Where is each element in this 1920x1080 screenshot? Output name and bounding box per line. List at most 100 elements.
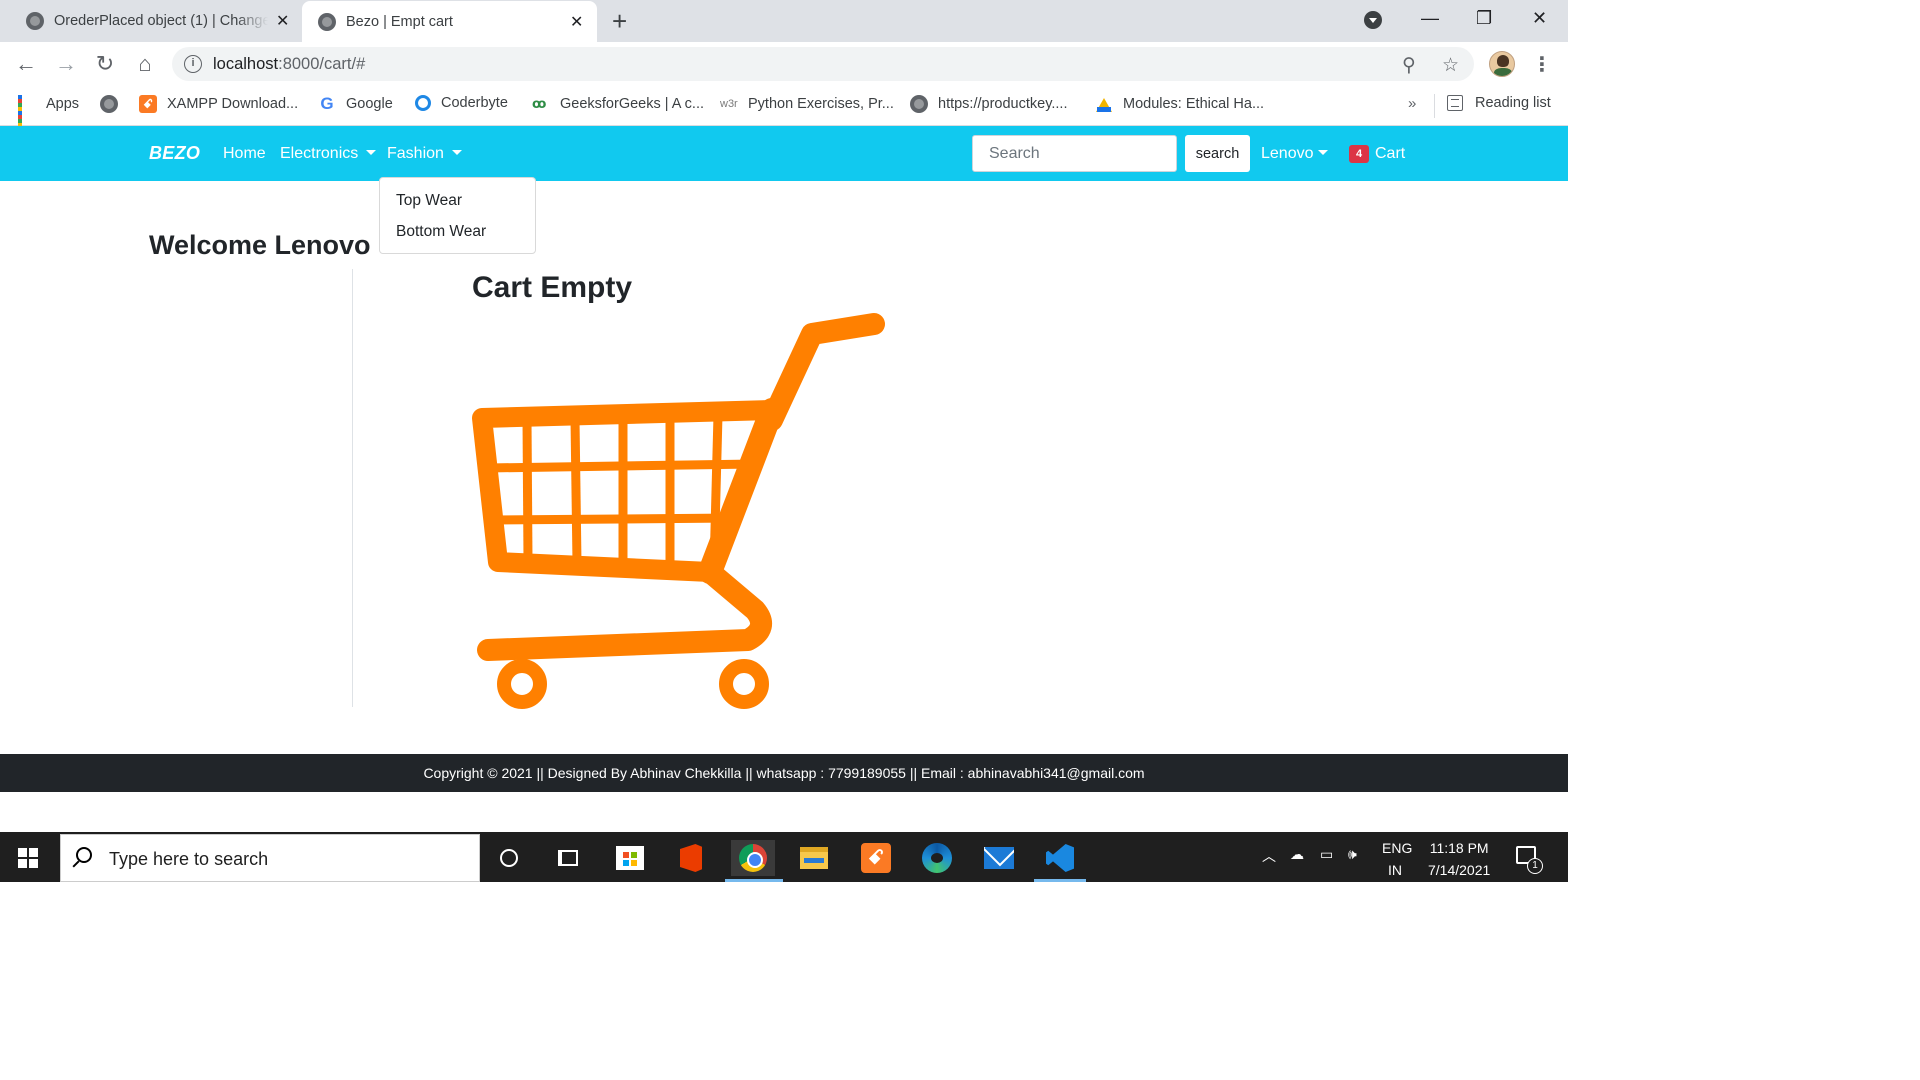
reading-list-label: Reading list — [1475, 95, 1551, 111]
dropdown-item-bottom-wear[interactable]: Bottom Wear — [396, 223, 486, 241]
cart-empty-heading: Cart Empty — [472, 271, 633, 304]
google-icon: G — [320, 94, 334, 113]
back-icon[interactable]: ← — [12, 50, 40, 78]
bookmark-label: GeeksforGeeks | A c... — [560, 96, 704, 112]
zoom-icon[interactable]: ⚲ — [1402, 54, 1416, 77]
site-navbar: BEZO Home Electronics Fashion search Len… — [0, 126, 1568, 181]
home-icon[interactable]: ⌂ — [131, 50, 159, 78]
bookmark-divider — [1434, 94, 1435, 118]
office-icon[interactable] — [669, 840, 713, 876]
reload-icon[interactable]: ↻ — [91, 50, 119, 78]
profile-avatar[interactable] — [1489, 51, 1515, 77]
chrome-menu-icon[interactable]: ⋮ — [1532, 52, 1552, 77]
bookmark-label: Modules: Ethical Ha... — [1123, 96, 1265, 112]
tab-order-placed[interactable]: OrederPlaced object (1) | Change ✕ — [0, 0, 298, 42]
onedrive-icon[interactable]: ☁ — [1290, 846, 1304, 863]
nav-user-dropdown[interactable]: Lenovo — [1261, 145, 1328, 163]
globe-icon — [318, 12, 336, 31]
clock[interactable]: 11:18 PM 7/14/2021 — [1428, 840, 1490, 878]
clock-time: 11:18 PM — [1429, 840, 1489, 856]
bookmark-label: Apps — [46, 96, 80, 112]
address-bar[interactable]: i localhost:8000/cart/# ⚲ ☆ — [172, 47, 1474, 81]
bookmark-star-icon[interactable]: ☆ — [1442, 54, 1459, 77]
site-info-icon[interactable]: i — [184, 55, 202, 73]
language-code: ENG — [1382, 840, 1413, 856]
bookmark-label: Python Exercises, Pr... — [748, 96, 894, 112]
url-host: localhost — [213, 55, 279, 73]
shopping-cart-icon — [472, 313, 885, 709]
forward-icon[interactable]: → — [52, 50, 80, 78]
region-code: IN — [1388, 862, 1402, 878]
bookmark-label: https://productkey.... — [938, 96, 1068, 112]
globe-icon — [100, 95, 118, 113]
drive-icon — [1095, 95, 1113, 113]
coderbyte-icon — [415, 95, 431, 111]
caret-down-icon — [451, 150, 462, 155]
nav-electronics-label: Electronics — [280, 145, 359, 162]
restore-icon[interactable]: ❐ — [1476, 8, 1492, 29]
app-running-indicator — [1034, 879, 1086, 882]
search-button[interactable]: search — [1185, 135, 1250, 172]
show-hidden-icons[interactable]: ︿ — [1262, 846, 1276, 866]
taskbar-search-placeholder: Type here to search — [109, 849, 269, 869]
nav-home[interactable]: Home — [223, 145, 266, 163]
globe-icon — [910, 95, 928, 113]
volume-icon[interactable]: 🕪 — [1348, 846, 1357, 863]
mail-icon[interactable] — [977, 840, 1021, 876]
tab-title: OrederPlaced object (1) | Change — [54, 13, 268, 29]
search-input[interactable] — [972, 135, 1177, 172]
url-text[interactable]: localhost:8000/cart/# — [213, 55, 365, 74]
site-footer: Copyright © 2021 || Designed By Abhinav … — [0, 754, 1568, 792]
caret-down-icon — [1317, 150, 1328, 155]
bookmark-geeksforgeeks[interactable]: ꝏ GeeksforGeeks | A c... — [532, 95, 704, 113]
url-path: :8000/cart/# — [278, 55, 366, 73]
notification-count-badge: 1 — [1527, 858, 1543, 874]
more-bookmarks-button[interactable]: » — [1408, 95, 1416, 112]
browser-toolbar: ← → ↻ ⌂ i localhost:8000/cart/# ⚲ ☆ ⋮ — [0, 42, 1568, 86]
search-icon — [76, 847, 92, 863]
close-tab-icon[interactable]: ✕ — [570, 12, 583, 32]
bookmark-modules[interactable]: Modules: Ethical Ha... — [1095, 95, 1264, 113]
bookmark-label: Google — [346, 96, 393, 112]
tab-title: Bezo | Empt cart — [346, 13, 453, 30]
minimize-icon[interactable]: — — [1421, 8, 1439, 29]
bookmark-coderbyte[interactable]: Coderbyte — [415, 95, 508, 111]
xampp-taskbar-icon[interactable]: ꗃ — [854, 840, 898, 876]
bookmark-python-exercises[interactable]: w3r Python Exercises, Pr... — [720, 95, 894, 113]
battery-icon[interactable]: ▭ — [1320, 846, 1333, 863]
close-tab-icon[interactable]: ✕ — [276, 11, 289, 31]
microsoft-store-icon[interactable] — [608, 840, 652, 876]
reading-list-button[interactable]: Reading list — [1447, 95, 1551, 111]
welcome-heading: Welcome Lenovo — [149, 230, 371, 260]
nav-cart[interactable]: 4 Cart — [1349, 145, 1405, 163]
tab-search-icon[interactable] — [1364, 11, 1382, 29]
clock-date: 7/14/2021 — [1428, 862, 1491, 878]
close-window-icon[interactable]: ✕ — [1532, 8, 1547, 29]
nav-electronics-dropdown[interactable]: Electronics — [280, 145, 377, 163]
nav-cart-label: Cart — [1375, 145, 1406, 162]
vscode-icon[interactable] — [1038, 840, 1082, 876]
bookmark-google[interactable]: G Google — [318, 94, 393, 113]
new-tab-button[interactable]: + — [612, 6, 627, 37]
bookmark-xampp[interactable]: ꗃ XAMPP Download... — [139, 95, 298, 113]
bookmark-label: Coderbyte — [441, 95, 508, 111]
file-explorer-icon[interactable] — [792, 840, 836, 876]
bookmark-productkey[interactable]: https://productkey.... — [910, 95, 1068, 113]
bookmark-globe[interactable] — [100, 95, 128, 113]
chrome-taskbar-icon[interactable] — [731, 840, 775, 876]
bookmark-label: XAMPP Download... — [167, 96, 299, 112]
brand-logo[interactable]: BEZO — [149, 143, 200, 164]
bookmark-apps[interactable]: Apps — [18, 95, 80, 131]
tab-bezo-cart[interactable]: Bezo | Empt cart ✕ — [302, 1, 597, 42]
nav-fashion-dropdown[interactable]: Fashion — [387, 145, 462, 163]
column-divider — [352, 269, 353, 707]
dropdown-item-top-wear[interactable]: Top Wear — [396, 192, 462, 210]
taskbar-search-box[interactable]: Type here to search — [60, 834, 480, 882]
language-indicator[interactable]: ENG IN — [1382, 840, 1412, 878]
windows-start-icon[interactable] — [18, 848, 38, 868]
cortana-icon[interactable] — [487, 840, 531, 876]
task-view-icon[interactable] — [546, 840, 590, 876]
windows-taskbar: Type here to search ꗃ ︿ ☁ ▭ 🕪 ENG IN 11:… — [0, 832, 1568, 882]
caret-down-icon — [366, 150, 377, 155]
edge-icon[interactable] — [915, 840, 959, 876]
